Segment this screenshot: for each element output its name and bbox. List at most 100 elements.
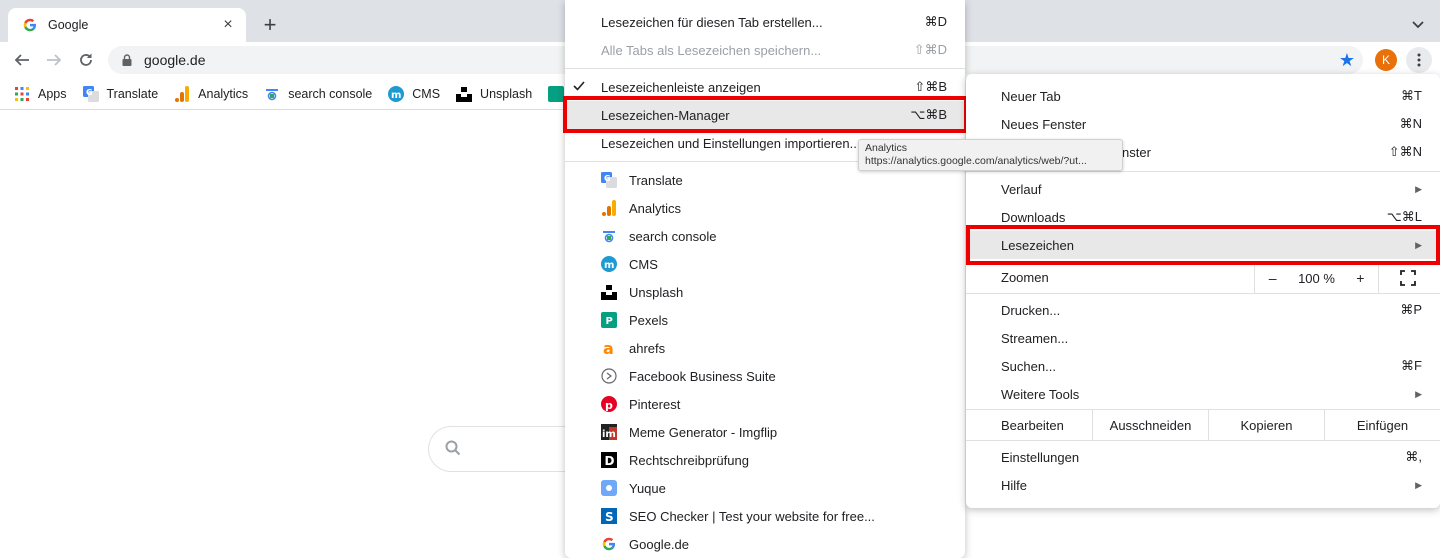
bookmark-item-seo-checker[interactable]: S SEO Checker | Test your website for fr… bbox=[565, 502, 965, 530]
browser-tab[interactable]: Google × bbox=[8, 8, 246, 42]
bookmark-item-imgflip[interactable]: im Meme Generator - Imgflip bbox=[565, 418, 965, 446]
bookmarks-submenu: Lesezeichen für diesen Tab erstellen... … bbox=[565, 0, 965, 558]
zoom-in-button[interactable]: + bbox=[1350, 270, 1370, 286]
submenu-arrow-icon: ▶ bbox=[1415, 183, 1422, 194]
menu-item-help[interactable]: Hilfe ▶ bbox=[966, 471, 1440, 499]
forward-arrow-icon[interactable] bbox=[42, 48, 66, 72]
translate-icon: G bbox=[82, 85, 99, 102]
bookmark-item-cms[interactable]: m CMS bbox=[565, 250, 965, 278]
apps-grid-icon bbox=[14, 86, 30, 102]
translate-icon: G bbox=[601, 172, 617, 188]
unsplash-icon bbox=[601, 284, 617, 300]
svg-text:D: D bbox=[605, 454, 615, 468]
avatar[interactable]: K bbox=[1375, 49, 1397, 71]
svg-text:m: m bbox=[391, 90, 401, 101]
bookmark-label: CMS bbox=[412, 86, 441, 101]
search-console-icon bbox=[601, 228, 617, 244]
menu-item-cast[interactable]: Streamen... bbox=[966, 324, 1440, 352]
bookmark-item-unsplash[interactable]: Unsplash bbox=[565, 278, 965, 306]
submenu-arrow-icon: ▶ bbox=[1415, 388, 1422, 399]
menu-item-bookmark-tab[interactable]: Lesezeichen für diesen Tab erstellen... … bbox=[565, 8, 965, 36]
ahrefs-icon: a bbox=[601, 340, 617, 356]
bookmark-item-facebook-business[interactable]: Facebook Business Suite bbox=[565, 362, 965, 390]
bookmark-analytics[interactable]: Analytics bbox=[174, 85, 249, 102]
bookmark-item-yuque[interactable]: Yuque bbox=[565, 474, 965, 502]
menu-item-bookmark-all-tabs: Alle Tabs als Lesezeichen speichern... ⇧… bbox=[601, 42, 947, 58]
submenu-arrow-icon: ▶ bbox=[1415, 479, 1422, 490]
google-g-icon bbox=[22, 17, 38, 33]
bookmark-tooltip: Analytics https://analytics.google.com/a… bbox=[858, 139, 1123, 171]
cms-icon: m bbox=[601, 256, 617, 272]
bookmark-item-google[interactable]: Google.de bbox=[565, 530, 965, 558]
svg-text:im: im bbox=[602, 429, 616, 440]
bookmark-item-search-console[interactable]: search console bbox=[565, 222, 965, 250]
tooltip-url: https://analytics.google.com/analytics/w… bbox=[865, 155, 1087, 167]
paste-button[interactable]: Einfügen bbox=[1324, 410, 1440, 440]
tooltip-title: Analytics bbox=[865, 142, 908, 154]
more-menu-icon[interactable] bbox=[1406, 47, 1432, 73]
edit-row: Bearbeiten Ausschneiden Kopieren Einfüge… bbox=[966, 410, 1440, 440]
bookmark-label: search console bbox=[288, 86, 373, 101]
menu-item-new-tab[interactable]: Neuer Tab ⌘T bbox=[966, 82, 1440, 110]
url-text: google.de bbox=[144, 52, 206, 68]
menu-divider bbox=[565, 68, 965, 69]
menu-divider bbox=[966, 171, 1440, 172]
menu-item-history[interactable]: Verlauf ▶ bbox=[966, 175, 1440, 203]
menu-item-find[interactable]: Suchen... ⌘F bbox=[966, 352, 1440, 380]
reload-icon[interactable] bbox=[74, 48, 98, 72]
analytics-icon bbox=[174, 85, 190, 102]
pexels-icon bbox=[548, 85, 565, 102]
yuque-icon bbox=[601, 480, 617, 496]
facebook-business-icon bbox=[601, 368, 617, 384]
menu-item-new-window[interactable]: Neues Fenster ⌘N bbox=[966, 110, 1440, 138]
cms-icon: m bbox=[388, 85, 405, 102]
menu-item-print[interactable]: Drucken... ⌘P bbox=[966, 296, 1440, 324]
svg-text:G: G bbox=[86, 88, 93, 97]
bookmark-item-pinterest[interactable]: p Pinterest bbox=[565, 390, 965, 418]
bookmark-item-pexels[interactable]: P Pexels bbox=[565, 306, 965, 334]
bookmark-item-duden[interactable]: D Rechtschreibprüfung bbox=[565, 446, 965, 474]
svg-text:a: a bbox=[603, 340, 614, 356]
lock-icon[interactable] bbox=[120, 53, 134, 67]
star-icon[interactable]: ★ bbox=[1335, 48, 1359, 72]
zoom-control: – 100 % + bbox=[1254, 263, 1379, 293]
menu-divider bbox=[966, 440, 1440, 441]
menu-divider bbox=[966, 293, 1440, 294]
bookmark-label: Translate bbox=[106, 86, 159, 101]
menu-item-settings[interactable]: Einstellungen ⌘, bbox=[966, 443, 1440, 471]
back-arrow-icon[interactable] bbox=[10, 48, 34, 72]
bookmark-item-ahrefs[interactable]: a ahrefs bbox=[565, 334, 965, 362]
bookmark-search-console[interactable]: search console bbox=[264, 86, 372, 102]
zoom-level: 100 % bbox=[1298, 270, 1335, 286]
svg-text:P: P bbox=[606, 316, 613, 327]
svg-text:G: G bbox=[604, 174, 611, 183]
duden-icon: D bbox=[601, 452, 617, 468]
cut-button[interactable]: Ausschneiden bbox=[1092, 410, 1208, 440]
bookmark-item-analytics[interactable]: Analytics bbox=[565, 194, 965, 222]
svg-text:p: p bbox=[605, 399, 613, 412]
new-tab-button[interactable]: + bbox=[258, 12, 282, 37]
imgflip-icon: im bbox=[601, 424, 617, 440]
zoom-out-button[interactable]: – bbox=[1263, 270, 1283, 286]
zoom-row: Zoomen – 100 % + bbox=[966, 263, 1440, 293]
chevron-down-icon[interactable] bbox=[1406, 13, 1430, 37]
close-icon[interactable]: × bbox=[220, 16, 236, 33]
bookmark-label: Apps bbox=[38, 86, 67, 101]
bookmark-apps[interactable]: Apps bbox=[14, 86, 67, 102]
checkmark-icon bbox=[573, 79, 585, 95]
copy-button[interactable]: Kopieren bbox=[1208, 410, 1324, 440]
analytics-icon bbox=[601, 200, 617, 216]
bookmark-label: Unsplash bbox=[480, 86, 533, 101]
svg-text:S: S bbox=[605, 510, 614, 524]
bookmark-translate[interactable]: G Translate bbox=[82, 85, 159, 102]
menu-item-more-tools[interactable]: Weitere Tools ▶ bbox=[966, 380, 1440, 408]
tab-title: Google bbox=[48, 18, 89, 32]
unsplash-icon bbox=[456, 86, 473, 102]
bookmark-label: Analytics bbox=[198, 86, 249, 101]
fullscreen-icon[interactable] bbox=[1400, 270, 1416, 286]
bookmark-unsplash[interactable]: Unsplash bbox=[456, 86, 532, 102]
bookmark-cms[interactable]: m CMS bbox=[388, 85, 441, 102]
search-icon bbox=[445, 440, 461, 459]
pexels-icon: P bbox=[601, 312, 617, 328]
highlight-box-bookmark-manager bbox=[563, 96, 968, 133]
